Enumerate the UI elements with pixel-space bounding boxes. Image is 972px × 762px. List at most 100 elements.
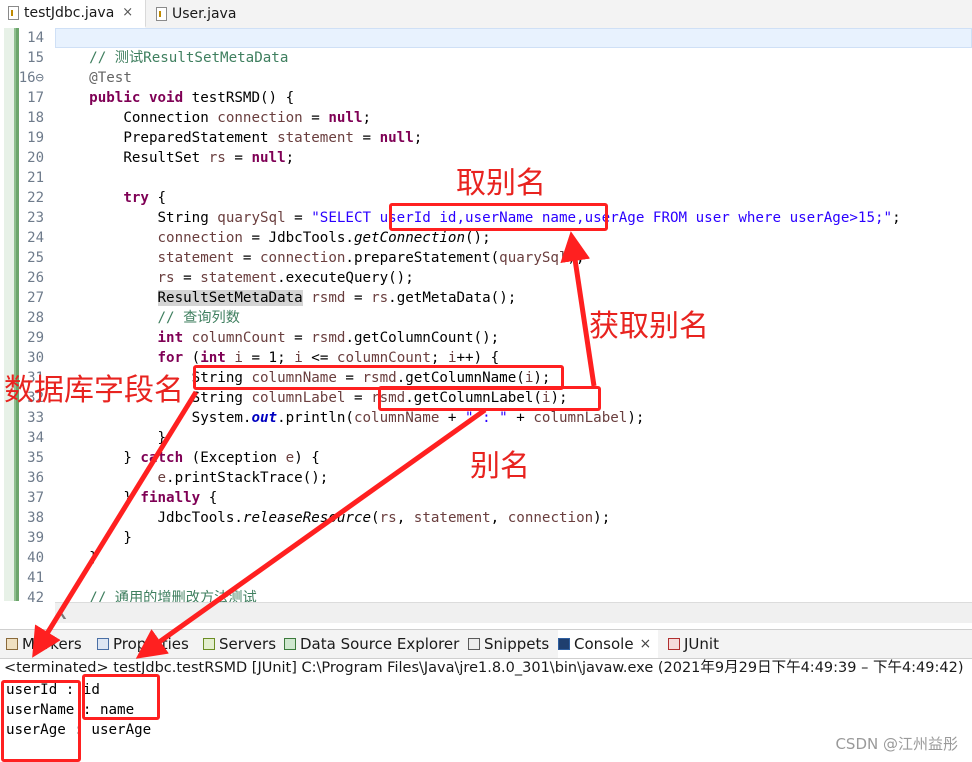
horizontal-scrollbar[interactable]: ❮ <box>55 602 972 623</box>
code-token: statement <box>157 250 235 266</box>
code-token: try <box>123 190 149 206</box>
code-token: catch <box>140 450 184 466</box>
code-token: } <box>55 430 167 446</box>
code-token: Connection <box>55 110 218 126</box>
line-number: 19 <box>27 130 44 146</box>
code-token: connection <box>260 250 346 266</box>
tab-junit[interactable]: JUnit <box>668 630 719 658</box>
code-token: { <box>148 190 167 206</box>
code-token: finally <box>140 490 201 506</box>
tab-user-java[interactable]: User.java <box>148 0 248 28</box>
scroll-left-icon[interactable]: ❮ <box>58 605 68 619</box>
line-number: 36 <box>27 470 44 486</box>
line-number: 41 <box>27 570 44 586</box>
code-token: null <box>379 130 414 146</box>
code-token: quarySql <box>499 250 568 266</box>
code-token: = <box>345 390 372 406</box>
tab-data-source-explorer[interactable]: Data Source Explorer <box>284 630 459 658</box>
close-icon[interactable]: × <box>640 630 652 658</box>
code-token: e <box>285 450 295 466</box>
code-token: columnLabel <box>533 410 628 426</box>
code-token: rsmd <box>311 290 346 306</box>
console-labels-highlight-box <box>82 674 160 720</box>
code-text: public void testRSMD() { <box>55 88 294 108</box>
code-text: JdbcTools.releaseResource(rs, statement,… <box>55 508 610 528</box>
tab-console[interactable]: Console × <box>558 630 658 658</box>
code-token: = 1; <box>242 350 295 366</box>
code-token: JdbcTools. <box>55 510 243 526</box>
code-text: ResultSet rs = null; <box>55 148 294 168</box>
line-number: 27 <box>27 290 44 306</box>
tab-testjdbc-java[interactable]: testJdbc.java × <box>0 0 146 28</box>
tab-label: Data Source Explorer <box>300 635 460 653</box>
code-token: = <box>285 330 312 346</box>
code-text: } <box>55 428 166 448</box>
code-token: columnLabel <box>251 390 346 406</box>
code-token: void <box>148 90 184 106</box>
annotation-alias-short: 别名 <box>470 449 530 484</box>
code-token: releaseResource <box>242 510 372 526</box>
code-text: PreparedStatement statement = null; <box>55 128 422 148</box>
line-number: 18 <box>27 110 44 126</box>
current-line-highlight <box>55 28 972 48</box>
code-token: ; <box>413 130 423 146</box>
code-token: out <box>251 410 278 426</box>
line-number: 15 <box>27 50 44 66</box>
servers-icon <box>203 638 215 650</box>
code-token: ++) { <box>456 350 500 366</box>
data-source-icon <box>284 638 296 650</box>
code-token: statement <box>277 130 354 146</box>
code-token: PreparedStatement <box>55 130 278 146</box>
line-number: 29 <box>27 330 44 346</box>
code-token: } <box>55 530 132 546</box>
code-token: rs <box>379 510 397 526</box>
code-token: = <box>225 150 252 166</box>
editor-tab-bar: testJdbc.java × User.java <box>0 0 972 29</box>
line-number: 17 <box>27 90 44 106</box>
code-editor[interactable]: 14 15 // 测试ResultSetMetaData 16⊖ @Test 17 p… <box>0 28 972 623</box>
code-token: } <box>55 550 98 566</box>
line-number: 24 <box>27 230 44 246</box>
code-token: rs <box>371 290 389 306</box>
code-token: rs <box>157 270 175 286</box>
tab-label: Snippets <box>484 635 550 653</box>
code-token: (); <box>465 230 491 246</box>
code-token: statement <box>413 510 491 526</box>
console-names-highlight-box <box>1 680 81 762</box>
code-text: } <box>55 548 98 568</box>
line-number: 20 <box>27 150 44 166</box>
code-token: connection <box>507 510 594 526</box>
annotation-db-field-name: 数据库字段名 <box>4 373 184 408</box>
tab-markers[interactable]: Markers <box>6 630 82 658</box>
code-token: ) { <box>294 450 320 466</box>
code-token: ); <box>593 510 611 526</box>
code-token: ); <box>567 250 585 266</box>
code-token: public <box>89 90 141 106</box>
line-number: 42 <box>27 590 44 606</box>
code-token: // 测试ResultSetMetaData <box>89 50 289 66</box>
java-file-icon <box>8 6 19 20</box>
line-number: 22 <box>27 190 44 206</box>
code-text: ResultSetMetaData rsmd = rs.getMetaData(… <box>55 288 516 308</box>
code-text: statement = connection.prepareStatement(… <box>55 248 585 268</box>
line-number: 23 <box>27 210 44 226</box>
junit-icon <box>668 638 680 650</box>
tab-properties[interactable]: Properties <box>97 630 189 658</box>
java-file-icon <box>156 7 167 21</box>
close-icon[interactable]: × <box>122 0 133 27</box>
tab-snippets[interactable]: Snippets <box>468 630 549 658</box>
code-token: = <box>174 270 201 286</box>
tab-servers[interactable]: Servers <box>203 630 276 658</box>
line-number: 21 <box>27 170 44 186</box>
code-token: int <box>157 330 184 346</box>
code-token: ; <box>362 110 372 126</box>
code-token: columnCount <box>336 350 431 366</box>
code-token: e <box>157 470 167 486</box>
alias-highlight-box <box>389 203 608 231</box>
